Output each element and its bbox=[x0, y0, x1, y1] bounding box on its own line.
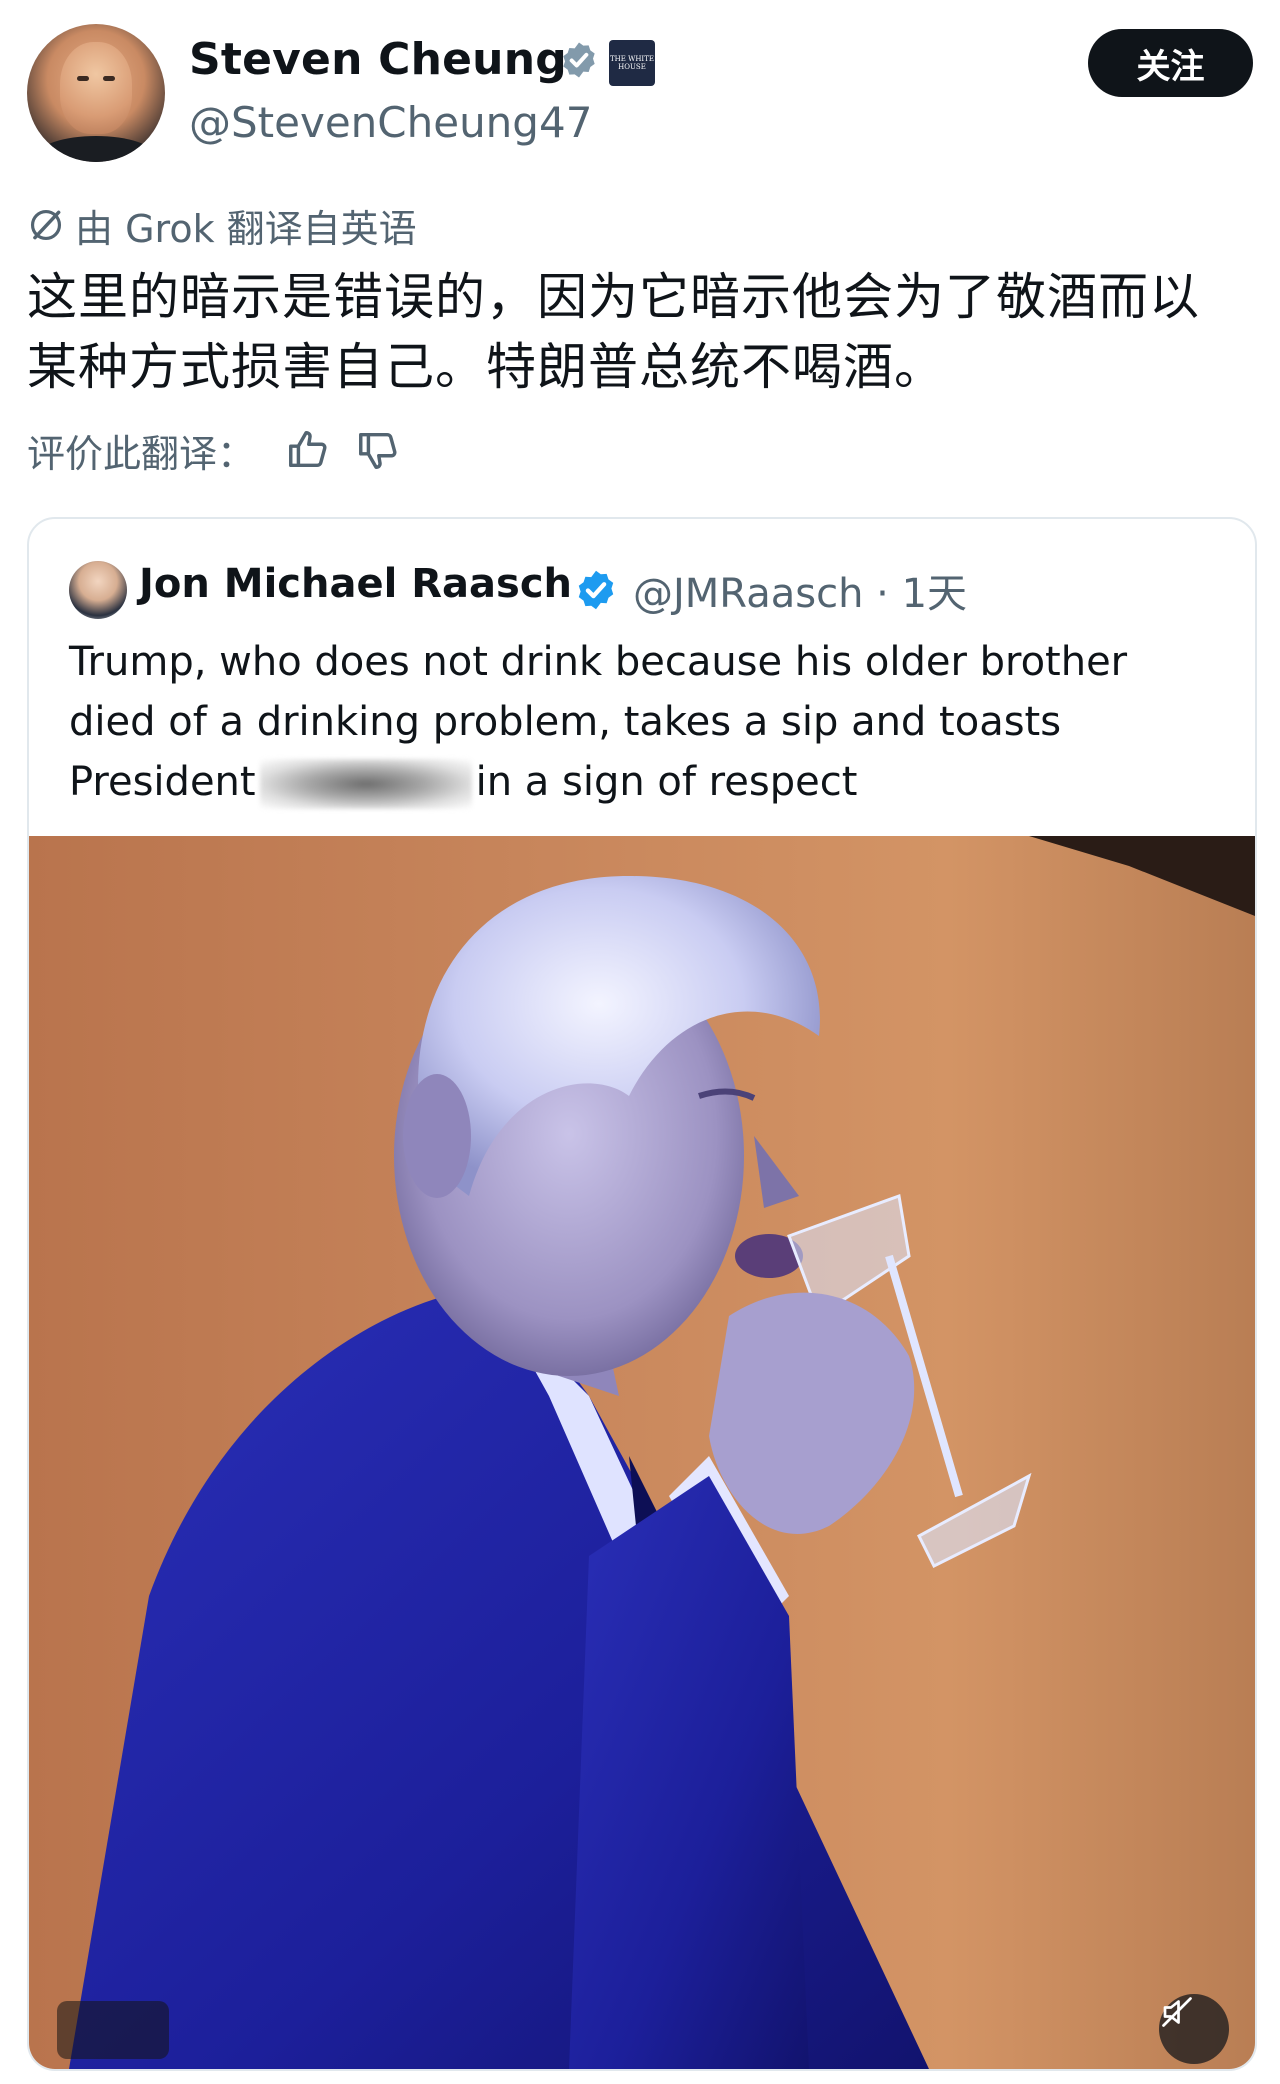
grok-icon bbox=[30, 209, 62, 241]
quoted-post-card[interactable]: Jon Michael Raasch @JMRaasch · 1天 Trump,… bbox=[27, 517, 1257, 2071]
avatar-eye-left bbox=[77, 76, 89, 81]
avatar-eye-right bbox=[103, 76, 115, 81]
video-frame-illustration bbox=[69, 836, 1255, 2069]
quoted-post-video[interactable] bbox=[29, 836, 1255, 2069]
video-timestamp-pill bbox=[57, 2001, 169, 2059]
quoted-author-name[interactable]: Jon Michael Raasch bbox=[139, 561, 572, 607]
follow-button[interactable]: 关注 bbox=[1088, 29, 1253, 97]
post-header: Steven Cheung THE WHITE HOUSE @StevenChe… bbox=[27, 24, 1253, 164]
white-house-badge-text: THE WHITE HOUSE bbox=[610, 55, 654, 71]
speaker-muted-icon bbox=[1162, 1997, 1192, 2027]
redacted-blur bbox=[259, 759, 472, 809]
avatar-shirt bbox=[37, 136, 155, 162]
translated-post-text: 这里的暗示是错误的，因为它暗示他会为了敬酒而以某种方式损害自己。特朗普总统不喝酒… bbox=[27, 268, 1200, 396]
verified-gray-badge-icon bbox=[563, 42, 595, 78]
quoted-post-text: Trump, who does not drink because his ol… bbox=[69, 632, 1219, 812]
rate-translation-row: 评价此翻译： bbox=[27, 424, 401, 476]
quoted-text-after: in a sign of respect bbox=[475, 759, 858, 805]
translation-source-text: 由 Grok 翻译自英语 bbox=[75, 206, 417, 251]
author-display-name[interactable]: Steven Cheung bbox=[189, 34, 567, 85]
thumbs-down-icon[interactable] bbox=[355, 427, 401, 473]
quoted-author-avatar[interactable] bbox=[69, 561, 127, 619]
rate-translation-label: 评价此翻译： bbox=[27, 431, 256, 476]
author-handle[interactable]: @StevenCheung47 bbox=[189, 98, 592, 147]
thumbs-up-icon[interactable] bbox=[285, 427, 331, 473]
quoted-author-handle-time: @JMRaasch · 1天 bbox=[633, 571, 968, 617]
white-house-affiliate-badge[interactable]: THE WHITE HOUSE bbox=[609, 40, 655, 86]
verified-blue-badge-icon bbox=[578, 570, 614, 610]
author-avatar[interactable] bbox=[27, 24, 165, 162]
translation-source-note: 由 Grok 翻译自英语 bbox=[27, 202, 417, 251]
mute-toggle-button[interactable] bbox=[1159, 1994, 1229, 2064]
avatar-face bbox=[60, 42, 132, 134]
